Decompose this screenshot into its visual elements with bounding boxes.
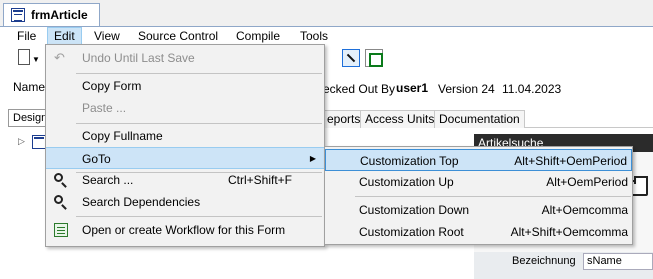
menu-tools[interactable]: Tools — [294, 27, 334, 45]
undo-icon: ↶ — [54, 50, 65, 65]
tab-design[interactable]: Design — [8, 109, 48, 127]
menu-item-undo-until-last-save[interactable]: ↶ Undo Until Last Save — [46, 47, 324, 69]
menu-separator — [76, 73, 322, 74]
menu-item-goto[interactable]: GoTo ▶ — [46, 147, 324, 169]
version-label: Version 24 — [438, 82, 495, 96]
menu-view[interactable]: View — [88, 27, 126, 45]
menubar: File Edit View Source Control Compile To… — [0, 27, 653, 45]
shortcut-label: Alt+Shift+OemPeriod — [514, 154, 627, 168]
menu-item-copy-fullname[interactable]: Copy Fullname — [46, 125, 324, 147]
magnifier-icon — [54, 195, 63, 204]
menu-separator — [355, 196, 631, 197]
select-rectangle-icon[interactable] — [365, 49, 383, 67]
checked-out-label: ecked Out By — [323, 82, 396, 96]
menu-item-search[interactable]: Search ... Ctrl+Shift+F — [46, 169, 324, 191]
menu-source-control[interactable]: Source Control — [132, 27, 224, 45]
goto-submenu: Customization Top Alt+Shift+OemPeriod Cu… — [324, 146, 633, 245]
name-label: Name — [13, 80, 46, 94]
bezeichnung-label: Bezeichnung — [512, 255, 576, 267]
checked-out-user: user1 — [396, 81, 429, 95]
form-icon — [11, 8, 25, 22]
magnifier-icon — [54, 173, 63, 182]
edit-menu-dropdown: ↶ Undo Until Last Save Copy Form Paste .… — [45, 44, 325, 247]
tree-expand-icon[interactable]: ▷ — [18, 136, 25, 147]
menu-edit[interactable]: Edit — [47, 27, 82, 45]
shortcut-label: Alt+Oemcomma — [541, 203, 628, 217]
menu-item-customization-down[interactable]: Customization Down Alt+Oemcomma — [325, 199, 632, 221]
document-tab-label: frmArticle — [31, 8, 88, 22]
menu-separator — [76, 216, 322, 217]
form-icon — [32, 135, 46, 149]
menu-item-search-dependencies[interactable]: Search Dependencies — [46, 191, 324, 213]
menu-item-copy-form[interactable]: Copy Form — [46, 75, 324, 97]
shortcut-label: Alt+OemPeriod — [546, 175, 628, 189]
workflow-icon — [54, 223, 68, 237]
menu-file[interactable]: File — [11, 27, 42, 45]
menu-item-open-workflow[interactable]: Open or create Workflow for this Form — [46, 219, 324, 241]
tab-reports[interactable]: eports — [322, 110, 366, 128]
submenu-arrow-icon: ▶ — [309, 154, 316, 163]
menu-item-customization-root[interactable]: Customization Root Alt+Shift+Oemcomma — [325, 221, 632, 243]
document-tab-frmarticle[interactable]: frmArticle — [3, 3, 100, 27]
shortcut-label: Alt+Shift+Oemcomma — [510, 225, 628, 239]
menu-compile[interactable]: Compile — [230, 27, 286, 45]
tab-access-units[interactable]: Access Units — [360, 110, 440, 128]
menu-item-customization-up[interactable]: Customization Up Alt+OemPeriod — [325, 171, 632, 193]
menu-separator — [76, 123, 322, 124]
sname-field[interactable]: sName — [583, 253, 653, 270]
menu-item-paste[interactable]: Paste ... — [46, 97, 324, 119]
chevron-down-icon[interactable]: ▼ — [32, 55, 40, 64]
date-label: 11.04.2023 — [502, 82, 562, 96]
resize-tool-icon[interactable] — [342, 49, 360, 67]
tab-documentation[interactable]: Documentation — [434, 110, 525, 128]
menu-item-customization-top[interactable]: Customization Top Alt+Shift+OemPeriod — [325, 149, 632, 171]
new-document-icon[interactable] — [18, 49, 30, 65]
